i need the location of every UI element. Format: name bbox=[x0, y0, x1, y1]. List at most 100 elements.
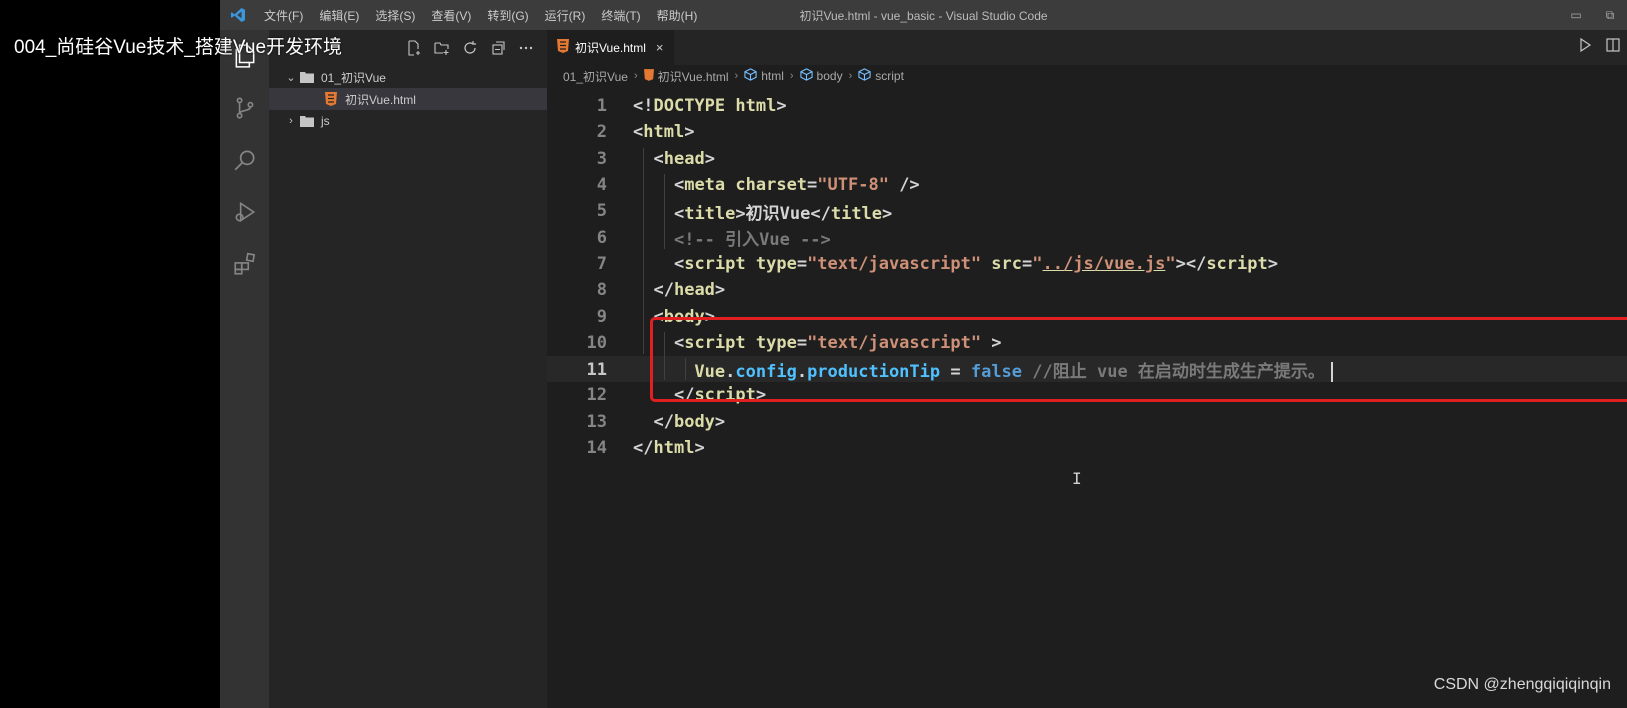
menu-item[interactable]: 选择(S) bbox=[367, 7, 423, 24]
code-line[interactable]: 14 </html> bbox=[547, 435, 1627, 461]
line-number: 13 bbox=[586, 411, 607, 432]
code-line[interactable]: 11 Vue.config.productionTip = false //阻止… bbox=[547, 356, 1627, 383]
code-token: 初识Vue bbox=[745, 203, 811, 224]
code-line[interactable]: 6 <!-- 引入Vue --> bbox=[547, 225, 1627, 251]
code-line[interactable]: 5 <title>初识Vue</title> bbox=[547, 198, 1627, 224]
code-token: body bbox=[663, 306, 705, 327]
vscode-window: 文件(F) 编辑(E) 选择(S) 查看(V) 转到(G) 运行(R) 终端(T) 帮助(H)… bbox=[220, 0, 1627, 708]
explorer-sidebar: ... ⌄ 01_初识Vue 初识Vue.html › js bbox=[269, 30, 547, 708]
folder-icon bbox=[299, 115, 315, 127]
code-line[interactable]: 8 </head> bbox=[547, 277, 1627, 303]
indent-guide bbox=[664, 331, 665, 381]
code-token: < bbox=[673, 253, 685, 274]
tree-folder-01[interactable]: ⌄ 01_初识Vue bbox=[269, 66, 547, 88]
tree-file-html[interactable]: 初识Vue.html bbox=[269, 88, 547, 110]
restore-icon[interactable]: ⧉ bbox=[1593, 0, 1627, 30]
code-token: </ bbox=[673, 385, 695, 406]
code-token: script bbox=[684, 332, 756, 353]
code-line[interactable]: 3 <head> bbox=[547, 146, 1627, 172]
breadcrumb-item[interactable]: script bbox=[875, 69, 904, 83]
code-token: . bbox=[796, 362, 808, 383]
code-token: //阻止 vue 在启动时生成生产提示。 bbox=[1032, 362, 1325, 383]
tab-bar: 初识Vue.html × bbox=[547, 30, 1627, 65]
code-token: > bbox=[755, 385, 767, 406]
code-token: ../js/vue.js bbox=[1042, 253, 1166, 274]
chevron-right-icon: › bbox=[848, 70, 853, 82]
code-line[interactable]: 1 <!DOCTYPE html> bbox=[547, 93, 1627, 119]
code-token: < bbox=[633, 122, 644, 143]
code-token: title bbox=[830, 203, 883, 224]
code-token: productionTip bbox=[807, 362, 941, 383]
code-editor[interactable]: 1 <!DOCTYPE html> 2 <html> 3 <head> 4 <meta c… bbox=[547, 87, 1627, 708]
menu-item[interactable]: 运行(R) bbox=[537, 7, 594, 24]
source-control-icon[interactable] bbox=[220, 82, 269, 134]
code-line[interactable]: 4 <meta charset="UTF-8" /> bbox=[547, 172, 1627, 198]
line-number: 1 bbox=[596, 96, 607, 117]
code-token: charset bbox=[735, 175, 808, 196]
split-editor-icon[interactable] bbox=[1605, 37, 1621, 58]
menu-item[interactable]: 帮助(H) bbox=[649, 7, 706, 24]
indent-guide bbox=[643, 147, 644, 354]
line-number: 10 bbox=[586, 332, 607, 353]
menu-item[interactable]: 查看(V) bbox=[423, 7, 479, 24]
menu-item[interactable]: 转到(G) bbox=[479, 7, 536, 24]
line-number: 7 bbox=[596, 253, 607, 274]
code-token: meta bbox=[684, 175, 736, 196]
tab-html-file[interactable]: 初识Vue.html × bbox=[547, 30, 674, 65]
line-number: 8 bbox=[596, 280, 607, 301]
code-line[interactable]: 9 <body> bbox=[547, 303, 1627, 329]
run-debug-icon[interactable] bbox=[220, 186, 269, 238]
minimize-icon[interactable]: ▭ bbox=[1559, 0, 1593, 30]
code-token: ></ bbox=[1175, 253, 1207, 274]
vscode-logo-icon bbox=[220, 0, 256, 30]
tab-label: 初识Vue.html bbox=[575, 41, 646, 55]
code-token: > bbox=[735, 203, 746, 224]
code-content: <body> bbox=[633, 306, 714, 327]
close-icon[interactable]: × bbox=[656, 40, 664, 55]
code-content: </head> bbox=[633, 280, 725, 300]
tree-item-label: 初识Vue.html bbox=[345, 92, 416, 107]
collapse-all-icon[interactable] bbox=[489, 39, 507, 57]
code-token: "text/javascript" bbox=[807, 253, 992, 274]
search-icon[interactable] bbox=[220, 134, 269, 186]
code-token: type bbox=[755, 332, 797, 353]
editor-actions bbox=[1577, 30, 1627, 65]
code-line[interactable]: 13 </body> bbox=[547, 409, 1627, 435]
code-token: <!-- 引入Vue --> bbox=[673, 230, 831, 251]
new-file-icon[interactable] bbox=[405, 39, 423, 57]
menu-item[interactable]: 编辑(E) bbox=[311, 7, 367, 24]
line-number: 4 bbox=[596, 175, 607, 196]
line-number: 2 bbox=[596, 122, 607, 143]
code-content: <head> bbox=[633, 149, 714, 169]
code-line[interactable]: 7 <script type="text/javascript" src="..… bbox=[547, 251, 1627, 277]
new-folder-icon[interactable] bbox=[433, 39, 451, 57]
more-actions-icon[interactable] bbox=[517, 39, 535, 57]
code-token: > bbox=[684, 122, 695, 143]
code-line[interactable]: 2 <html> bbox=[547, 119, 1627, 145]
breadcrumb-item[interactable]: html bbox=[761, 69, 784, 83]
breadcrumb-item[interactable]: 初识Vue.html bbox=[658, 68, 729, 85]
line-number: 3 bbox=[596, 148, 607, 169]
code-content: </script> bbox=[633, 385, 766, 405]
code-token: </ bbox=[633, 438, 654, 459]
code-line[interactable]: 12 </script> bbox=[547, 382, 1627, 408]
menu-item[interactable]: 文件(F) bbox=[256, 7, 311, 24]
tree-folder-js[interactable]: › js bbox=[269, 110, 547, 132]
breadcrumb-item[interactable]: body bbox=[817, 69, 843, 83]
menu-item[interactable]: 终端(T) bbox=[593, 7, 648, 24]
code-token: config bbox=[735, 362, 797, 383]
code-line[interactable]: 10 <script type="text/javascript" > bbox=[547, 330, 1627, 356]
refresh-icon[interactable] bbox=[461, 39, 479, 57]
line-number: 11 bbox=[586, 359, 607, 380]
code-token: <! bbox=[633, 96, 654, 117]
code-token: = bbox=[1022, 253, 1033, 274]
code-token: > bbox=[882, 203, 893, 224]
breadcrumb-item[interactable]: 01_初识Vue bbox=[563, 68, 628, 85]
code-token: " bbox=[1032, 253, 1043, 274]
extensions-icon[interactable] bbox=[220, 238, 269, 290]
text-caret bbox=[1330, 362, 1333, 383]
code-token: > bbox=[714, 280, 726, 301]
run-icon[interactable] bbox=[1577, 37, 1593, 58]
